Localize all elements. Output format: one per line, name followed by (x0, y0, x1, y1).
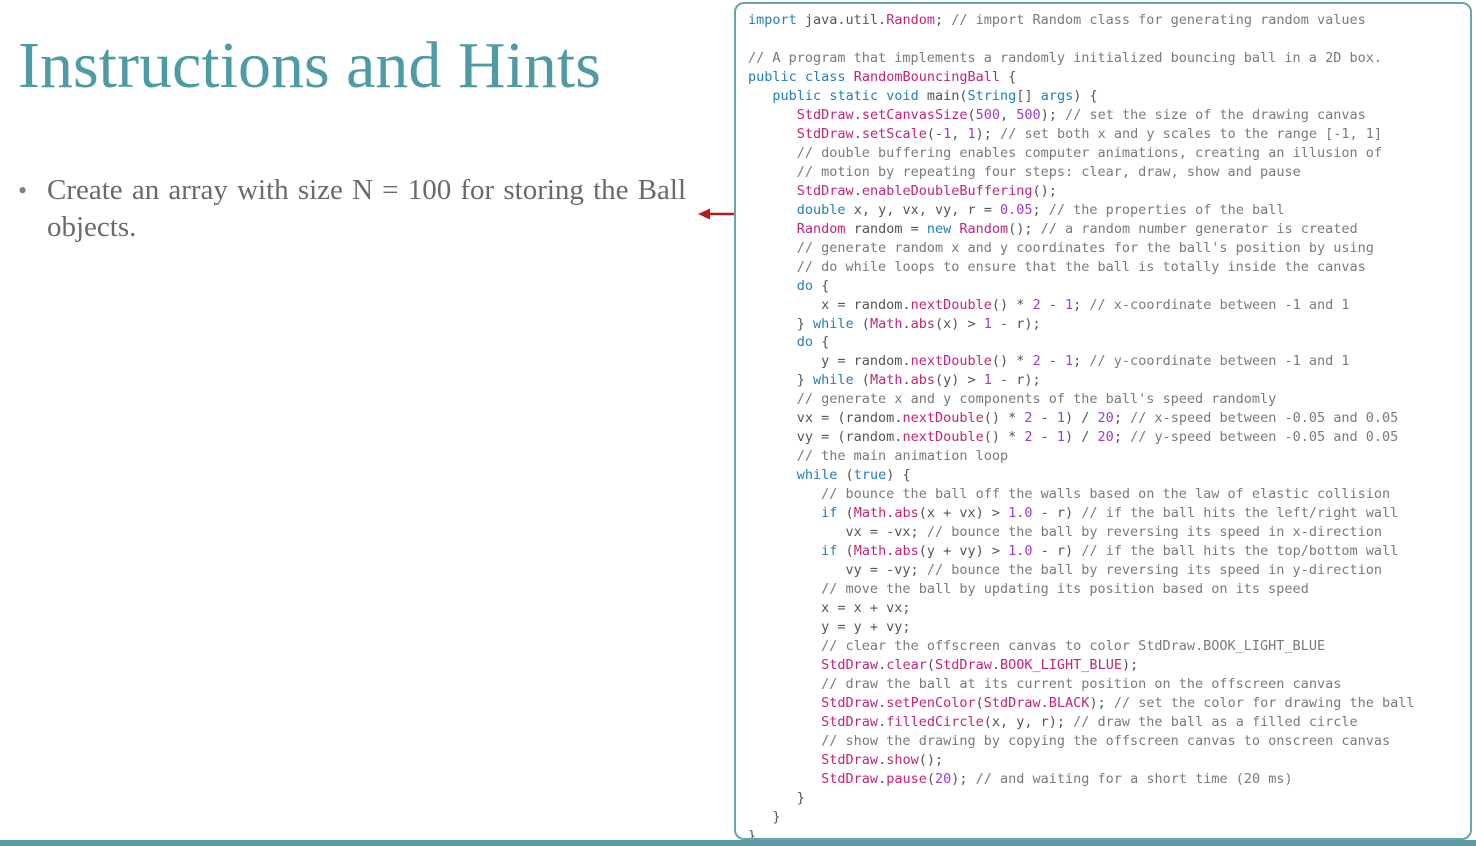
code-line: // generate x and y components of the ba… (796, 391, 1277, 408)
code-line: if (Math.abs(x + vx) > 1.0 - r) // if th… (821, 505, 1399, 522)
bottom-rule (0, 840, 1476, 846)
code-line: // the main animation loop (796, 448, 1009, 465)
code-line: while (true) { (796, 467, 911, 484)
code-line: // clear the offscreen canvas to color S… (821, 637, 1326, 654)
code-line: import java.util.Random; // import Rando… (748, 12, 1366, 28)
code-line: } (748, 789, 805, 806)
code-line: public class RandomBouncingBall { (748, 68, 1017, 85)
code-line: StdDraw.setPenColor(StdDraw.BLACK); // s… (821, 694, 1415, 711)
slide-title: Instructions and Hints (18, 29, 601, 102)
code-line: StdDraw.show(); (821, 751, 944, 768)
bullet-dot-icon: • (18, 176, 28, 205)
bullet-item: • Create an array with size N = 100 for … (18, 172, 686, 246)
code-line: y = random.nextDouble() * 2 - 1; // y-co… (748, 353, 1350, 370)
code-line: vx = (random.nextDouble() * 2 - 1) / 20;… (748, 410, 1399, 427)
code-panel: import java.util.Random; // import Rando… (734, 2, 1472, 840)
code-line: StdDraw.pause(20); // and waiting for a … (821, 770, 1293, 787)
code-line: do { (796, 334, 830, 351)
code-line: // draw the ball at its current position… (821, 675, 1342, 692)
code-line: StdDraw.setCanvasSize(500, 500); // set … (796, 106, 1366, 123)
code-line: if (Math.abs(y + vy) > 1.0 - r) // if th… (821, 543, 1399, 560)
code-line: x = random.nextDouble() * 2 - 1; // x-co… (748, 296, 1350, 313)
code-line: StdDraw.enableDoubleBuffering(); (796, 182, 1057, 199)
code-line: } while (Math.abs(y) > 1 - r); (748, 372, 1041, 389)
code-line: // show the drawing by copying the offsc… (821, 732, 1391, 749)
code-line: // A program that implements a randomly … (748, 49, 1382, 66)
code-line: // do while loops to ensure that the bal… (796, 258, 1366, 275)
code-line: vx = -vx; // bounce the ball by reversin… (748, 524, 1382, 541)
code-line: } (748, 827, 757, 840)
code-line: double x, y, vx, vy, r = 0.05; // the pr… (796, 201, 1285, 218)
code-line: // generate random x and y coordinates f… (796, 239, 1374, 256)
bullet-list: • Create an array with size N = 100 for … (18, 172, 686, 246)
code-line: // bounce the ball off the walls based o… (821, 486, 1391, 503)
code-line: vy = -vy; // bounce the ball by reversin… (748, 562, 1382, 579)
code-line: // motion by repeating four steps: clear… (796, 163, 1301, 180)
code-line: public static void main(String[] args) { (772, 87, 1098, 104)
code-line: } while (Math.abs(x) > 1 - r); (748, 315, 1041, 332)
code-listing: import java.util.Random; // import Rando… (748, 11, 1415, 840)
code-line: y = y + vy; (748, 619, 911, 635)
code-line: StdDraw.filledCircle(x, y, r); // draw t… (821, 713, 1358, 730)
code-line: x = x + vx; (748, 600, 911, 617)
code-line: vy = (random.nextDouble() * 2 - 1) / 20;… (748, 429, 1399, 446)
code-line: } (748, 808, 781, 825)
code-line: StdDraw.setScale(-1, 1); // set both x a… (796, 125, 1383, 142)
bullet-text: Create an array with size N = 100 for st… (47, 174, 686, 243)
code-line: // double buffering enables computer ani… (796, 144, 1382, 161)
code-line: Random random = new Random(); // a rando… (796, 220, 1358, 237)
code-line: StdDraw.clear(StdDraw.BOOK_LIGHT_BLUE); (821, 656, 1139, 673)
code-line: // move the ball by updating its positio… (821, 581, 1309, 598)
code-line: do { (796, 277, 830, 294)
